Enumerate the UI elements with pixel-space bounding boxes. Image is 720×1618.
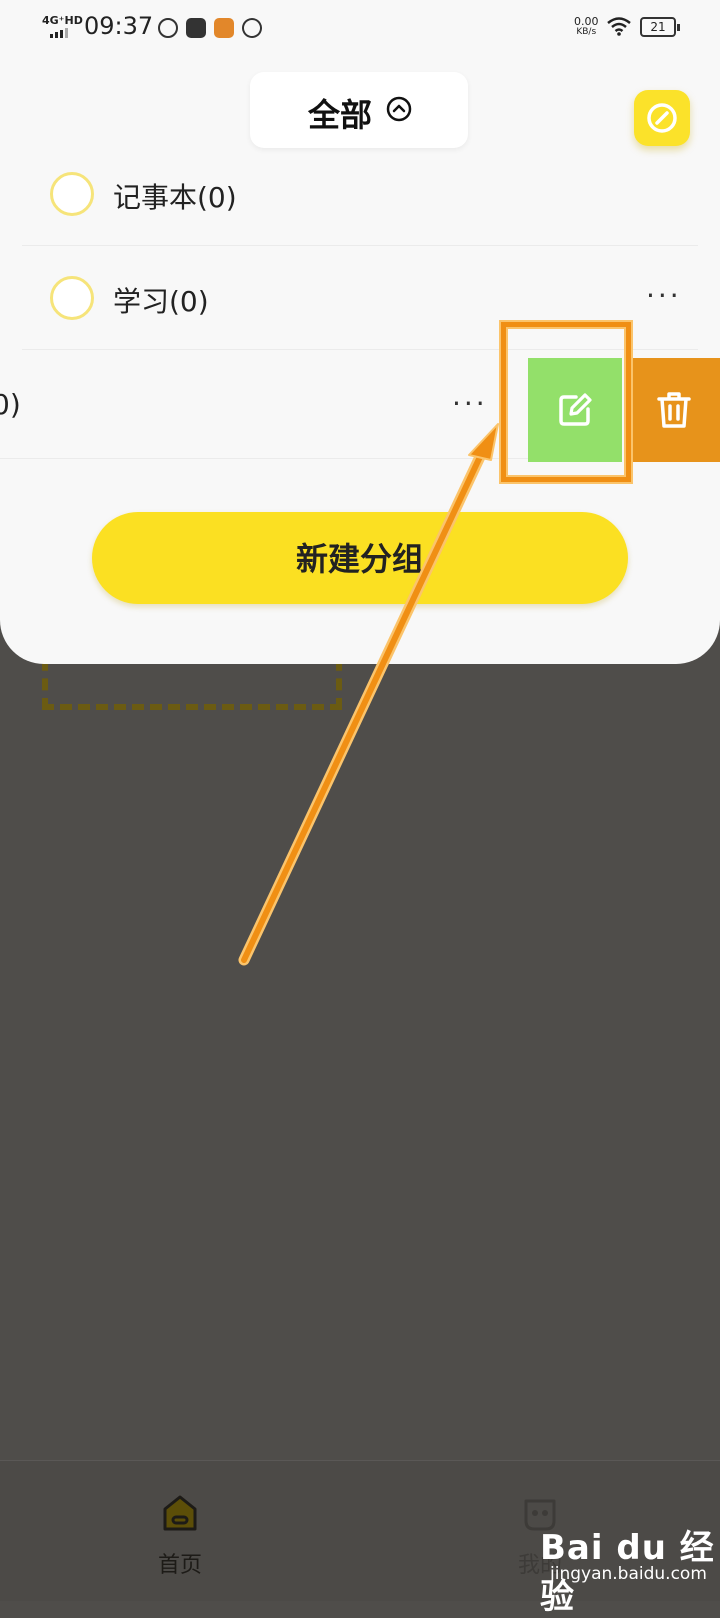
annotation-arrow bbox=[238, 423, 499, 966]
